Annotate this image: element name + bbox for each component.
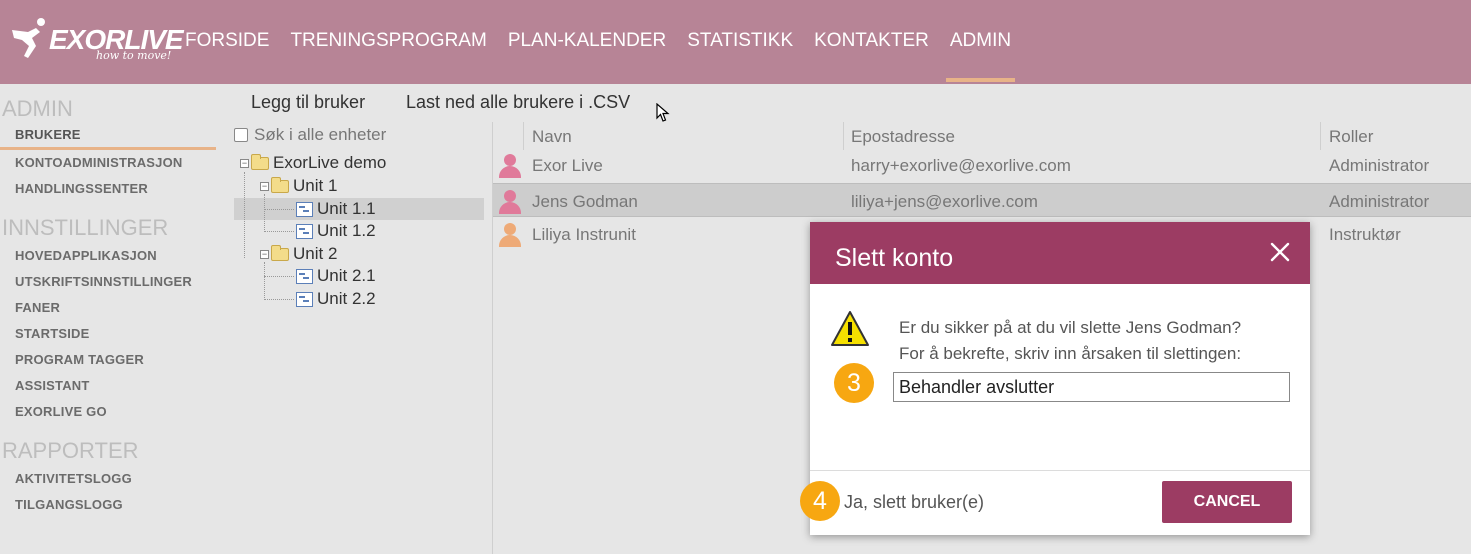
warning-icon	[831, 311, 869, 346]
users-toolbar: Legg til bruker Last ned alle brukere i …	[234, 84, 1471, 122]
column-separator	[523, 122, 524, 150]
unit-icon	[296, 201, 313, 217]
sidebar-item-brukere[interactable]: BRUKERE	[0, 124, 216, 150]
sidebar-item-faner[interactable]: FANER	[0, 295, 216, 321]
main-nav: FORSIDE TRENINGSPROGRAM PLAN-KALENDER ST…	[185, 30, 1032, 84]
column-header-email[interactable]: Epostadresse	[851, 127, 955, 147]
user-email: liliya+jens@exorlive.com	[851, 192, 1038, 211]
column-header-roles[interactable]: Roller	[1329, 127, 1373, 147]
section-title-admin: ADMIN	[2, 96, 73, 121]
tree-connector	[264, 231, 294, 232]
admin-sidebar: ADMIN BRUKERE KONTOADMINISTRASJON HANDLI…	[0, 84, 216, 554]
user-name: Jens Godman	[532, 192, 638, 211]
nav-forside[interactable]: FORSIDE	[185, 30, 269, 84]
tree-connector	[244, 172, 245, 258]
cancel-button[interactable]: CANCEL	[1162, 481, 1292, 523]
user-avatar-icon	[497, 188, 523, 216]
sidebar-item-program-tagger[interactable]: PROGRAM TAGGER	[0, 347, 216, 373]
tree-node-label: Unit 2.2	[317, 289, 376, 308]
user-name: Liliya Instrunit	[532, 225, 636, 244]
sidebar-item-assistant[interactable]: ASSISTANT	[0, 373, 216, 399]
user-avatar-icon	[497, 221, 523, 249]
user-email: harry+exorlive@exorlive.com	[851, 156, 1071, 175]
nav-plan-kalender[interactable]: PLAN-KALENDER	[508, 30, 666, 84]
section-title-innstillinger: INNSTILLINGER	[2, 215, 169, 240]
running-figure-icon	[12, 18, 45, 58]
unit-tree: Søk i alle enheter − ExorLive demo − Uni…	[234, 122, 490, 554]
search-all-units-checkbox[interactable]	[234, 128, 248, 142]
tree-connector	[264, 209, 294, 210]
user-role: Administrator	[1329, 192, 1430, 211]
unit-icon	[296, 291, 313, 307]
sidebar-item-handlingssenter[interactable]: HANDLINGSSENTER	[0, 176, 216, 202]
dialog-header: Slett konto	[810, 222, 1310, 284]
user-name: Exor Live	[532, 156, 603, 175]
nav-statistikk[interactable]: STATISTIKK	[687, 30, 793, 84]
sidebar-item-kontoadministrasjon[interactable]: KONTOADMINISTRASJON	[0, 150, 216, 176]
nav-kontakter[interactable]: KONTAKTER	[814, 30, 929, 84]
tree-node-label: Unit 1	[293, 176, 338, 195]
tree-connector	[264, 262, 265, 300]
collapse-icon[interactable]: −	[260, 181, 269, 191]
confirm-prompt: For å bekrefte, skriv inn årsaken til sl…	[899, 344, 1242, 363]
download-csv-button[interactable]: Last ned alle brukere i .CSV	[406, 92, 630, 113]
table-row-selected[interactable]: Jens Godman liliya+jens@exorlive.com Adm…	[493, 183, 1471, 217]
exorlive-logo[interactable]: EXORLIVE how to move!	[10, 14, 184, 68]
tree-connector	[264, 299, 294, 300]
delete-question: Er du sikker på at du vil slette Jens Go…	[899, 318, 1242, 337]
table-row[interactable]: Exor Live harry+exorlive@exorlive.com Ad…	[493, 148, 1471, 182]
nav-treningsprogram[interactable]: TRENINGSPROGRAM	[290, 30, 486, 84]
tree-node-unit-2-2[interactable]: Unit 2.2	[296, 289, 376, 309]
delete-reason-input[interactable]	[893, 372, 1290, 402]
user-role: Administrator	[1329, 156, 1430, 175]
unit-icon	[296, 223, 313, 239]
sidebar-item-startside[interactable]: STARTSIDE	[0, 321, 216, 347]
user-role: Instruktør	[1329, 225, 1401, 244]
user-avatar-icon	[497, 152, 523, 180]
column-separator	[843, 122, 844, 150]
tree-node-label: ExorLive demo	[273, 153, 387, 172]
section-title-rapporter: RAPPORTER	[2, 438, 139, 463]
tree-node-label: Unit 2.1	[317, 266, 376, 285]
add-user-button[interactable]: Legg til bruker	[251, 92, 365, 113]
tree-node-label: Unit 2	[293, 244, 338, 263]
unit-icon	[296, 268, 313, 284]
tree-node-unit-2[interactable]: − Unit 2	[260, 244, 337, 264]
delete-account-dialog: Slett konto Er du sikker på at du vil sl…	[800, 222, 1310, 535]
column-header-name[interactable]: Navn	[532, 127, 572, 147]
sidebar-item-exorlive-go[interactable]: EXORLIVE GO	[0, 399, 216, 425]
step-badge-3: 3	[834, 363, 874, 403]
top-navigation-bar: EXORLIVE how to move! FORSIDE TRENINGSPR…	[0, 0, 1471, 84]
dialog-title: Slett konto	[835, 244, 954, 272]
column-separator	[1320, 122, 1321, 150]
sidebar-item-utskriftsinnstillinger[interactable]: UTSKRIFTSINNSTILLINGER	[0, 269, 216, 295]
folder-icon	[251, 153, 269, 170]
mouse-cursor-icon	[656, 103, 670, 122]
logo-tagline: how to move!	[96, 49, 172, 62]
sidebar-item-hovedapplikasjon[interactable]: HOVEDAPPLIKASJON	[0, 243, 216, 269]
tree-connector	[264, 276, 294, 277]
collapse-icon[interactable]: −	[240, 158, 249, 168]
search-all-units[interactable]: Søk i alle enheter	[234, 125, 386, 145]
sidebar-item-tilgangslogg[interactable]: TILGANGSLOGG	[0, 492, 216, 518]
close-icon[interactable]	[1268, 240, 1292, 264]
folder-icon	[271, 176, 289, 193]
tree-node-root[interactable]: − ExorLive demo	[240, 153, 386, 173]
step-badge-4: 4	[800, 481, 840, 521]
collapse-icon[interactable]: −	[260, 249, 269, 259]
tree-node-label: Unit 1.1	[317, 199, 376, 218]
tree-connector	[264, 194, 265, 232]
tree-node-label: Unit 1.2	[317, 221, 376, 240]
tree-node-unit-1-2[interactable]: Unit 1.2	[296, 221, 376, 241]
sidebar-item-aktivitetslogg[interactable]: AKTIVITETSLOGG	[0, 466, 216, 492]
folder-icon	[271, 244, 289, 261]
tree-node-unit-1-1[interactable]: Unit 1.1	[296, 199, 376, 219]
confirm-delete-button[interactable]: Ja, slett bruker(e)	[844, 492, 984, 513]
tree-node-unit-2-1[interactable]: Unit 2.1	[296, 266, 376, 286]
search-all-units-label: Søk i alle enheter	[254, 125, 387, 144]
tree-node-unit-1[interactable]: − Unit 1	[260, 176, 337, 196]
nav-admin[interactable]: ADMIN	[945, 30, 1016, 84]
dialog-divider	[810, 470, 1310, 471]
